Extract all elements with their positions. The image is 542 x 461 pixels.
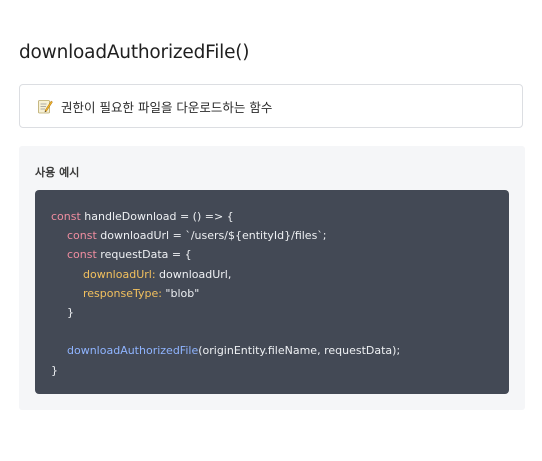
code-line: const requestData = {: [51, 245, 509, 264]
page-title: downloadAuthorizedFile(): [19, 42, 250, 63]
code-line: const downloadUrl = `/users/${entityId}/…: [51, 226, 509, 245]
code-keyword: const: [67, 248, 97, 262]
code-text: downloadUrl = `/users/${entityId}/files`…: [96, 229, 327, 243]
code-text: downloadUrl,: [155, 267, 232, 281]
code-text: requestData = {: [96, 248, 192, 262]
code-text: (originEntity.fileName, requestData);: [198, 344, 401, 358]
code-keyword: const: [51, 210, 81, 223]
code-block: const handleDownload = () => { const dow…: [35, 190, 509, 394]
code-text: handleDownload = () => {: [80, 210, 234, 223]
code-line: downloadAuthorizedFile(originEntity.file…: [51, 341, 509, 360]
memo-icon: [38, 100, 53, 114]
code-line: const handleDownload = () => {: [51, 207, 509, 226]
usage-example-panel: 사용 예시 const handleDownload = () => { con…: [19, 146, 525, 410]
code-text: "blob": [161, 286, 200, 300]
code-property: downloadUrl:: [83, 267, 156, 281]
code-keyword: const: [67, 229, 97, 243]
code-line: responseType: "blob": [51, 284, 509, 303]
usage-example-title: 사용 예시: [35, 166, 80, 179]
description-box: 권한이 필요한 파일을 다운로드하는 함수: [19, 84, 523, 128]
description-text: 권한이 필요한 파일을 다운로드하는 함수: [61, 99, 273, 115]
code-line: }: [51, 303, 509, 322]
code-line: downloadUrl: downloadUrl,: [51, 265, 509, 284]
code-text: }: [67, 305, 74, 319]
code-text: }: [51, 363, 58, 377]
code-function: downloadAuthorizedFile: [67, 344, 199, 358]
code-property: responseType:: [83, 286, 162, 300]
code-line: }: [51, 361, 509, 380]
